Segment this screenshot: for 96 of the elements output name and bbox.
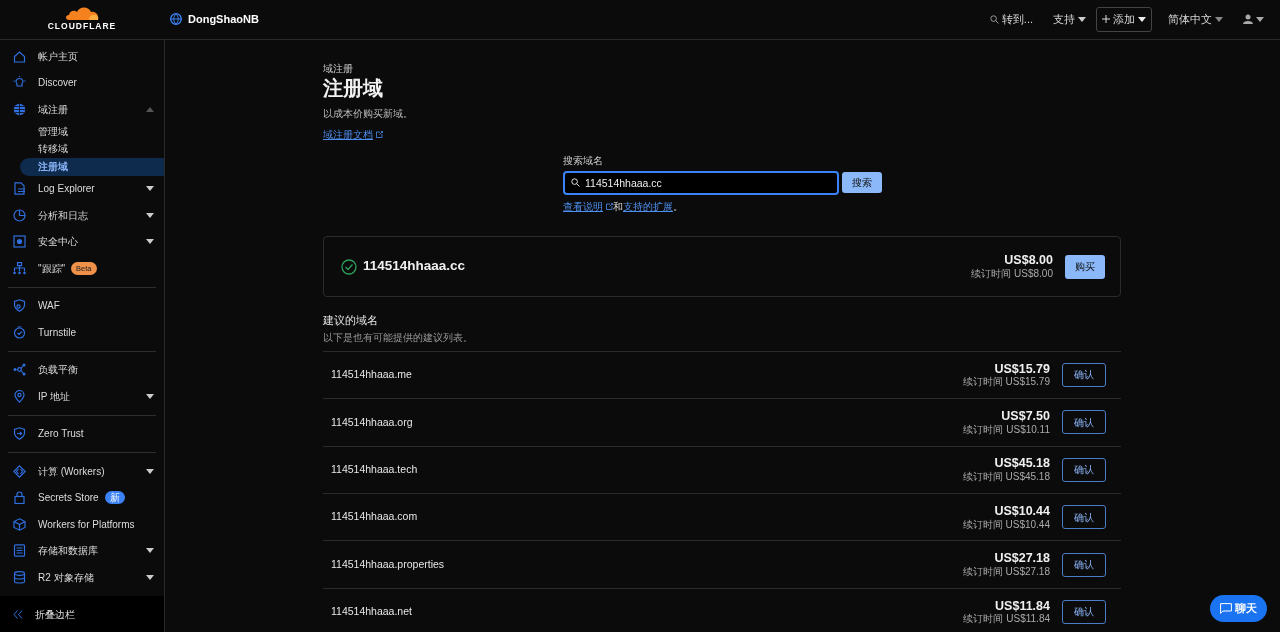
plus-icon	[1102, 15, 1110, 24]
renewal-price: 续订时间 US$45.18	[962, 471, 1050, 483]
sidebar-subitem[interactable]: 转移域	[20, 140, 164, 158]
add-menu-button[interactable]: 添加	[1096, 7, 1152, 32]
search-field[interactable]: 114514hhaaa.cc	[563, 170, 839, 195]
database-icon	[13, 570, 26, 584]
support-menu[interactable]: 支持	[1049, 9, 1090, 30]
domain-name: 114514hhaaa.cc	[363, 257, 466, 276]
page-title: 注册域	[323, 75, 384, 100]
sidebar-item[interactable]: R2 对象存储	[0, 564, 164, 591]
cube-icon	[13, 517, 26, 531]
sidebar-item[interactable]: WAF	[0, 292, 164, 320]
logo-text: CLOUDFLARE	[47, 20, 117, 33]
renewal-price: 续订时间 US$11.84	[963, 613, 1050, 625]
price: US$27.18	[993, 552, 1050, 566]
document-icon	[13, 182, 26, 196]
cloud-logo-icon	[65, 6, 99, 20]
confirm-button[interactable]: 确认	[1062, 599, 1106, 624]
sidebar-subitem[interactable]: 管理域	[20, 122, 164, 141]
caret-icon	[1256, 16, 1264, 22]
section-title: 建议的域名	[323, 313, 379, 329]
confirm-button[interactable]: 确认	[1062, 552, 1106, 577]
caret-icon	[1138, 16, 1146, 22]
confirm-button[interactable]: 确认	[1062, 363, 1106, 387]
sidebar-item[interactable]: 负载平衡	[0, 356, 164, 384]
sidebar-item[interactable]: Turnstile	[0, 319, 164, 346]
sidebar-item[interactable]: Secrets Store 新	[0, 484, 164, 512]
search-icon	[989, 14, 999, 24]
buy-button[interactable]: 购买	[1065, 254, 1105, 279]
domain-name: 114514hhaaa.me	[331, 367, 412, 383]
timer-icon	[13, 325, 26, 339]
map-pin-icon	[13, 389, 26, 403]
language-menu[interactable]: 简体中文	[1164, 9, 1227, 30]
help-text: 查看说明 和支持的扩展。	[563, 199, 1121, 215]
search-icon	[571, 177, 580, 187]
link[interactable]: 支持的扩展	[623, 199, 673, 215]
sidebar-item[interactable]: 域注册	[0, 95, 164, 123]
domain-name: 114514hhaaa.properties	[331, 556, 445, 572]
double-chevron-icon	[13, 609, 23, 619]
sidebar-item[interactable]: Discover	[0, 69, 164, 96]
confirm-button[interactable]: 确认	[1062, 505, 1106, 530]
price: US$7.50	[1000, 410, 1050, 424]
docs-link[interactable]: 域注册文档	[323, 127, 383, 143]
sidebar-item[interactable]: IP 地址	[0, 383, 164, 410]
search-button[interactable]: 搜索	[842, 172, 882, 194]
price: US$15.79	[993, 362, 1050, 377]
renewal-price: 续订时间 US$10.44	[962, 518, 1050, 530]
pie-chart-icon	[13, 208, 26, 222]
collapse-sidebar-button[interactable]: 折叠边栏	[0, 596, 164, 632]
chat-bubble-icon	[1220, 603, 1232, 614]
network-icon	[13, 363, 26, 377]
search-button[interactable]: 转到...	[985, 9, 1037, 30]
list-icon	[13, 544, 26, 558]
renewal-price: 续订时间 US$27.18	[962, 565, 1050, 577]
sidebar-item[interactable]: 帐户主页	[0, 42, 164, 70]
price: US$11.84	[994, 599, 1050, 614]
section-subtitle: 以下是也有可能提供的建议列表。	[323, 330, 474, 345]
renewal-price: 续订时间 US$15.79	[962, 376, 1050, 388]
sidebar-item[interactable]: 安全中心	[0, 228, 164, 256]
confirm-button[interactable]: 确认	[1062, 410, 1106, 435]
user-icon	[1243, 14, 1253, 25]
field-label: 搜索域名	[563, 153, 604, 168]
sidebar-item[interactable]: 存储和数据库	[0, 537, 164, 565]
sidebar-subitem[interactable]: 注册域	[20, 157, 164, 176]
lock-icon	[13, 491, 26, 505]
sidebar-item[interactable]: Workers for Platforms	[0, 511, 164, 538]
domain-name: 114514hhaaa.org	[331, 414, 413, 430]
external-link-icon	[606, 203, 613, 211]
page-description: 以成本价购买新域。	[323, 106, 414, 121]
sidebar-item[interactable]: Log Explorer	[0, 175, 164, 203]
sidebar-item[interactable]: Zero Trust	[0, 420, 164, 448]
confirm-button[interactable]: 确认	[1062, 457, 1106, 482]
breadcrumb: 域注册	[323, 61, 354, 76]
price: US$8.00	[1003, 254, 1053, 268]
domain-name: 114514hhaaa.net	[331, 604, 412, 620]
caret-icon	[1215, 16, 1223, 22]
price: US$10.44	[993, 504, 1050, 519]
home-icon	[13, 49, 26, 63]
price: US$45.18	[993, 457, 1050, 472]
external-link-icon	[376, 131, 383, 139]
hierarchy-icon	[13, 261, 26, 275]
badge: 新	[104, 491, 125, 505]
renewal-price: 续订时间 US$8.00	[971, 267, 1053, 279]
diamond-icon	[13, 464, 26, 478]
link[interactable]: 查看说明	[563, 199, 613, 215]
sidebar-item[interactable]: 计算 (Workers)	[0, 458, 164, 485]
lightbulb-icon	[13, 76, 26, 90]
account-name[interactable]: DongShaoNB	[188, 11, 259, 28]
globe-icon	[170, 13, 182, 26]
renewal-price: 续订时间 US$10.11	[963, 423, 1050, 435]
globe-icon	[13, 102, 26, 116]
caret-icon	[1078, 16, 1086, 22]
domain-name: 114514hhaaa.tech	[331, 461, 418, 477]
sidebar-item[interactable]: 分析和日志	[0, 202, 164, 229]
chat-button[interactable]: 聊天	[1210, 595, 1267, 622]
domain-name: 114514hhaaa.com	[331, 509, 418, 525]
